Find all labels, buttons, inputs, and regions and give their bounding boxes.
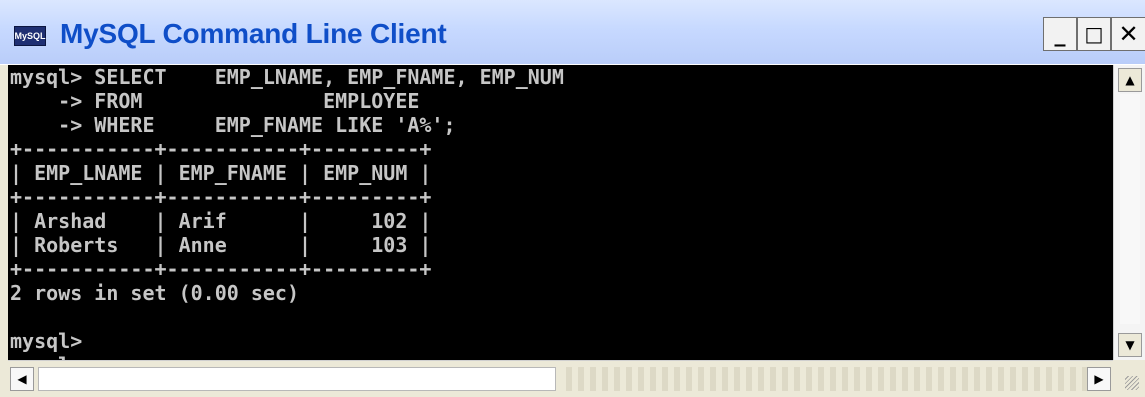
horizontal-scroll-track[interactable]	[560, 367, 1088, 391]
scroll-left-button[interactable]: ◀	[10, 367, 34, 391]
terminal-line: | Arshad | Arif | 102 |	[10, 209, 432, 233]
terminal-line: +-----------+-----------+---------+	[10, 185, 432, 209]
resize-grip-icon[interactable]	[1113, 360, 1145, 396]
horizontal-scrollbar[interactable]: ◀ ▶	[8, 360, 1113, 397]
window-controls: _ □ ✕	[1043, 17, 1145, 51]
horizontal-scroll-thumb[interactable]	[38, 367, 556, 391]
terminal-line: | EMP_LNAME | EMP_FNAME | EMP_NUM |	[10, 161, 432, 185]
terminal-line: +-----------+-----------+---------+	[10, 137, 432, 161]
mysql-command-line-window: MySQL MySQL Command Line Client _ □ ✕ my…	[0, 0, 1145, 397]
vertical-scroll-thumb[interactable]	[1120, 94, 1140, 324]
vertical-scrollbar[interactable]: ▲ ▼	[1113, 65, 1145, 360]
terminal-output[interactable]: mysql> SELECT EMP_LNAME, EMP_FNAME, EMP_…	[8, 65, 1113, 377]
terminal-line: mysql>	[10, 329, 83, 353]
minimize-button[interactable]: _	[1043, 17, 1077, 51]
close-button[interactable]: ✕	[1111, 17, 1145, 51]
terminal-line: 2 rows in set (0.00 sec)	[10, 281, 299, 305]
terminal-line: -> FROM EMPLOYEE	[10, 89, 420, 113]
scroll-right-button[interactable]: ▶	[1087, 367, 1111, 391]
title-bar[interactable]: MySQL MySQL Command Line Client _ □ ✕	[0, 0, 1145, 65]
scroll-up-button[interactable]: ▲	[1118, 68, 1142, 92]
terminal-line: mysql> SELECT EMP_LNAME, EMP_FNAME, EMP_…	[10, 65, 564, 89]
terminal-line: +-----------+-----------+---------+	[10, 257, 432, 281]
window-title: MySQL Command Line Client	[60, 18, 447, 49]
scroll-down-button[interactable]: ▼	[1118, 333, 1142, 357]
maximize-button[interactable]: □	[1077, 17, 1111, 51]
terminal-line: | Roberts | Anne | 103 |	[10, 233, 432, 257]
terminal-line: -> WHERE EMP_FNAME LIKE 'A%';	[10, 113, 456, 137]
mysql-app-icon: MySQL	[14, 26, 46, 46]
